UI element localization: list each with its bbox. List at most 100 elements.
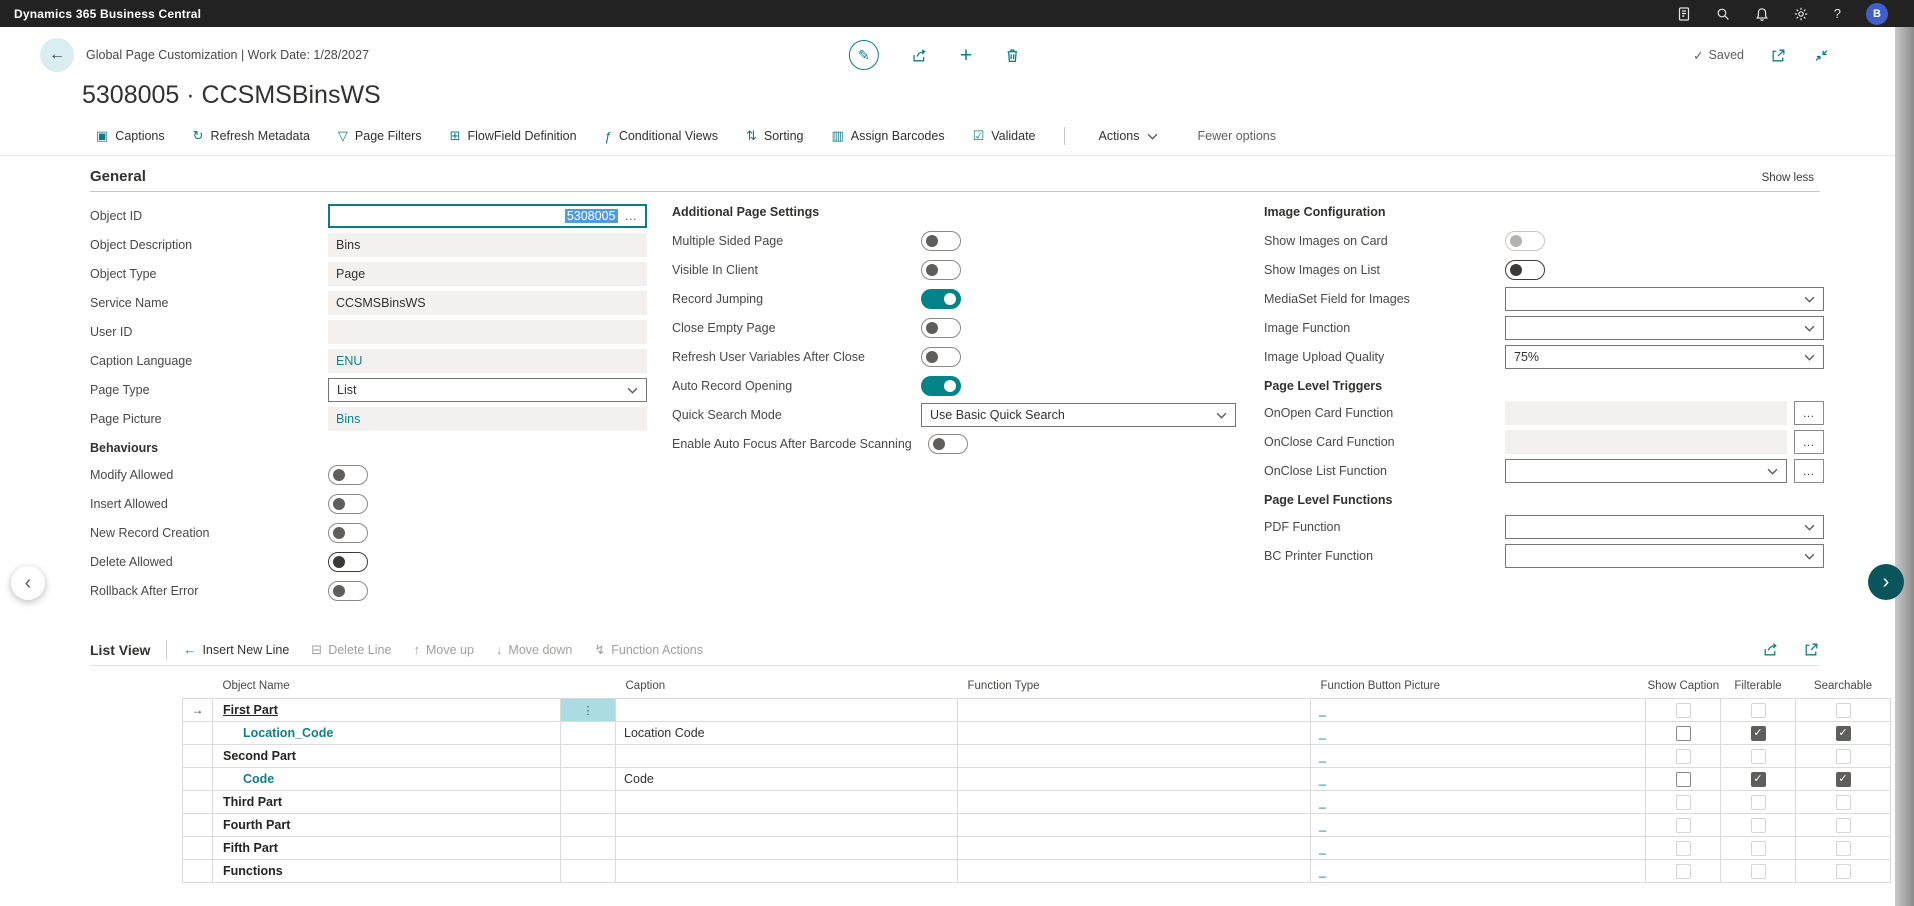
function-type-cell[interactable] <box>958 814 1311 837</box>
searchable-checkbox[interactable]: ✓ <box>1836 772 1851 787</box>
checkbox-cell-filterable[interactable] <box>1721 860 1796 883</box>
column-header-object-name[interactable]: Object Name <box>213 674 561 699</box>
toggle-insert-allowed[interactable] <box>328 494 368 514</box>
row-selector-cell[interactable] <box>183 837 213 860</box>
column-header-show-caption[interactable]: Show Caption <box>1646 674 1721 699</box>
table-row-location-code[interactable]: Location_Code Location Code _ ✓ ✓ <box>183 722 1891 745</box>
function-type-cell[interactable] <box>958 768 1311 791</box>
listview-action-function-actions[interactable]: ↯Function Actions <box>594 642 703 658</box>
edit-button[interactable]: ✎ <box>849 40 879 70</box>
checkbox-cell-filterable[interactable] <box>1721 791 1796 814</box>
toggle-visible-in-client[interactable] <box>921 260 961 280</box>
searchable-checkbox[interactable]: ✓ <box>1836 726 1851 741</box>
fewer-options-button[interactable]: Fewer options <box>1192 128 1283 144</box>
object-name-cell[interactable]: Code <box>213 768 561 791</box>
picture-link[interactable]: _ <box>1319 841 1326 855</box>
field-select-bc-printer-function[interactable] <box>1505 544 1824 568</box>
function-button-picture-cell[interactable]: _ <box>1311 722 1646 745</box>
checkbox-cell-show-caption[interactable] <box>1646 791 1721 814</box>
listview-action-move-up[interactable]: ↑Move up <box>413 642 473 657</box>
function-type-cell[interactable] <box>958 860 1311 883</box>
assist-edit-icon[interactable]: … <box>625 209 639 223</box>
object-name-cell[interactable]: Functions <box>213 860 561 883</box>
checkbox-cell-filterable[interactable] <box>1721 745 1796 768</box>
caption-cell[interactable] <box>616 814 958 837</box>
table-row-functions[interactable]: Functions _ <box>183 860 1891 883</box>
column-header-searchable[interactable]: Searchable <box>1796 674 1891 699</box>
caption-cell[interactable] <box>616 791 958 814</box>
report-icon[interactable] <box>1676 6 1692 22</box>
toggle-record-jumping[interactable] <box>921 289 961 309</box>
checkbox-cell-show-caption[interactable] <box>1646 722 1721 745</box>
ribbon-item-flowfield-definition[interactable]: ⊞FlowField Definition <box>450 128 577 144</box>
delete-button[interactable] <box>1004 47 1021 64</box>
field-value-link[interactable]: ENU <box>328 349 647 373</box>
checkbox-cell-searchable[interactable] <box>1796 745 1891 768</box>
checkbox-cell-filterable[interactable]: ✓ <box>1721 722 1796 745</box>
row-selector-cell[interactable] <box>183 860 213 883</box>
toggle-rollback-after-error[interactable] <box>328 581 368 601</box>
ribbon-item-page-filters[interactable]: ▽Page Filters <box>338 128 422 144</box>
table-row-code[interactable]: CodeCode_✓✓ <box>183 768 1891 791</box>
new-button[interactable]: + <box>960 47 972 64</box>
column-header-filterable[interactable]: Filterable <box>1721 674 1796 699</box>
picture-link[interactable]: _ <box>1319 726 1326 740</box>
picture-link[interactable]: _ <box>1319 818 1326 832</box>
checkbox-cell-searchable[interactable]: ✓ <box>1796 768 1891 791</box>
collapse-icon[interactable] <box>1813 47 1830 64</box>
row-selector-cell[interactable] <box>183 791 213 814</box>
table-row-fourth-part[interactable]: Fourth Part_ <box>183 814 1891 837</box>
ribbon-item-validate[interactable]: ☑Validate <box>973 128 1036 144</box>
picture-link[interactable]: _ <box>1319 772 1326 786</box>
column-header-caption[interactable]: Caption <box>616 674 958 699</box>
share-button[interactable] <box>911 47 928 64</box>
toggle-new-record-creation[interactable] <box>328 523 368 543</box>
cell-context-menu[interactable] <box>561 791 616 814</box>
checkbox-cell-show-caption[interactable] <box>1646 768 1721 791</box>
checkbox-cell-filterable[interactable] <box>1721 814 1796 837</box>
show-caption-checkbox[interactable] <box>1676 772 1691 787</box>
cell-context-menu[interactable] <box>561 860 616 883</box>
notifications-icon[interactable] <box>1754 6 1770 22</box>
function-type-cell[interactable] <box>958 791 1311 814</box>
toggle-auto-record-opening[interactable] <box>921 376 961 396</box>
object-name-cell[interactable]: Location_Code <box>213 722 561 745</box>
assist-edit-button[interactable]: … <box>1794 459 1824 483</box>
checkbox-cell-show-caption[interactable] <box>1646 814 1721 837</box>
avatar[interactable]: B <box>1866 3 1888 25</box>
checkbox-cell-searchable[interactable] <box>1796 837 1891 860</box>
ribbon-item-refresh-metadata[interactable]: ↻Refresh Metadata <box>193 128 310 144</box>
cell-context-menu[interactable] <box>561 814 616 837</box>
listview-action-insert-new-line[interactable]: ←Insert New Line <box>183 642 289 657</box>
checkbox-cell-show-caption[interactable] <box>1646 837 1721 860</box>
object-name-cell[interactable]: Fifth Part <box>213 837 561 860</box>
listview-action-move-down[interactable]: ↓Move down <box>496 642 572 657</box>
cell-context-menu[interactable] <box>561 722 616 745</box>
toggle-delete-allowed[interactable] <box>328 552 368 572</box>
popout-icon[interactable] <box>1770 47 1787 64</box>
function-button-picture-cell[interactable]: _ <box>1311 699 1646 722</box>
filterable-checkbox[interactable]: ✓ <box>1751 726 1766 741</box>
assist-edit-button[interactable]: … <box>1794 401 1824 425</box>
function-button-picture-cell[interactable]: _ <box>1311 768 1646 791</box>
toggle-modify-allowed[interactable] <box>328 465 368 485</box>
checkbox-cell-filterable[interactable]: ✓ <box>1721 768 1796 791</box>
checkbox-cell-searchable[interactable] <box>1796 699 1891 722</box>
function-button-picture-cell[interactable]: _ <box>1311 860 1646 883</box>
back-button[interactable]: ← <box>40 38 74 72</box>
field-select-image-function[interactable] <box>1505 316 1824 340</box>
filterable-checkbox[interactable]: ✓ <box>1751 772 1766 787</box>
column-header-selector[interactable] <box>183 674 213 699</box>
field-select-pdf-function[interactable] <box>1505 515 1824 539</box>
show-caption-checkbox[interactable] <box>1676 726 1691 741</box>
row-selector-cell[interactable]: → <box>183 699 213 722</box>
object-name-cell[interactable]: Second Part <box>213 745 561 768</box>
checkbox-cell-show-caption[interactable] <box>1646 699 1721 722</box>
checkbox-cell-searchable[interactable] <box>1796 860 1891 883</box>
show-less-link[interactable]: Show less <box>1756 171 1820 185</box>
toggle-show-images-on-list[interactable] <box>1505 260 1545 280</box>
search-icon[interactable] <box>1715 6 1731 22</box>
cell-context-menu[interactable] <box>561 745 616 768</box>
table-row-first-part[interactable]: →First Part⋮_ <box>183 699 1891 722</box>
caption-cell[interactable]: Location Code <box>616 722 958 745</box>
